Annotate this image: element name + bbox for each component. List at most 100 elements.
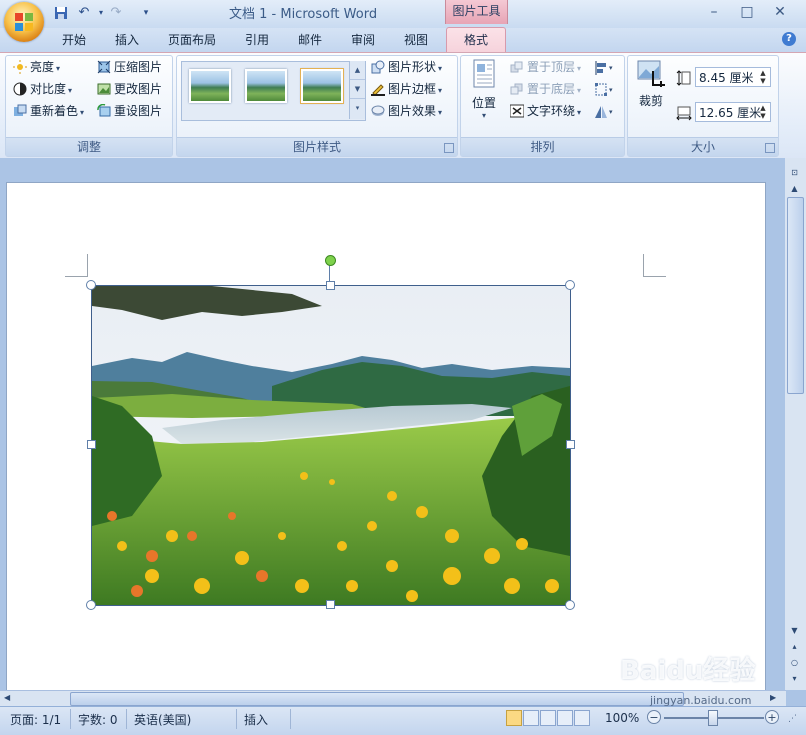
scroll-up-icon[interactable]: ▲ <box>787 182 802 196</box>
maximize-button[interactable]: □ <box>733 2 761 22</box>
recolor-button[interactable]: 重新着色 ▾ <box>13 101 84 121</box>
tab-home[interactable]: 开始 <box>62 31 86 49</box>
send-to-back-button[interactable]: 置于底层 ▾ <box>510 79 581 99</box>
rotate-handle[interactable] <box>325 255 336 266</box>
bring-front-icon <box>510 60 524 74</box>
picture-style-option[interactable] <box>189 69 231 103</box>
group-objects-icon[interactable]: ▾ <box>594 82 616 98</box>
picture-style-option[interactable] <box>300 68 344 104</box>
picture-border-button[interactable]: 图片边框 ▾ <box>371 79 442 99</box>
undo-icon[interactable]: ↶ <box>75 4 93 22</box>
tab-page-layout[interactable]: 页面布局 <box>168 31 216 49</box>
resize-handle-w[interactable] <box>87 440 96 449</box>
width-input[interactable]: 12.65 厘米 ▲ ▼ <box>695 102 771 122</box>
zoom-slider-thumb[interactable] <box>708 710 718 726</box>
change-picture-icon <box>97 82 111 96</box>
horizontal-scroll-thumb[interactable] <box>70 692 684 706</box>
redo-icon[interactable]: ↷ <box>107 4 125 22</box>
bring-to-front-button[interactable]: 置于顶层 ▾ <box>510 57 581 77</box>
text-wrapping-button[interactable]: 文字环绕 ▾ <box>509 101 581 121</box>
group-adjust-label: 调整 <box>6 137 172 156</box>
status-separator <box>290 709 291 729</box>
landscape-picture[interactable] <box>91 285 571 606</box>
tab-view[interactable]: 视图 <box>404 31 428 49</box>
picture-effects-button[interactable]: 图片效果 ▾ <box>371 101 442 121</box>
reset-picture-label: 重设图片 <box>114 104 163 118</box>
resize-handle-se[interactable] <box>565 600 575 610</box>
outline-view-icon[interactable] <box>557 710 573 726</box>
previous-page-icon[interactable]: ▴ <box>787 640 802 654</box>
next-page-icon[interactable]: ▾ <box>787 672 802 686</box>
status-separator <box>70 709 71 729</box>
height-value: 8.45 厘米 <box>699 71 754 85</box>
tab-insert[interactable]: 插入 <box>115 31 139 49</box>
tab-references[interactable]: 引用 <box>245 31 269 49</box>
picture-style-option[interactable] <box>245 69 287 103</box>
page-count[interactable]: 页面: 1/1 <box>10 711 61 728</box>
resize-handle-nw[interactable] <box>86 280 96 290</box>
customize-qat-button[interactable]: ▾ <box>137 4 155 22</box>
select-browse-object-icon[interactable]: ○ <box>787 656 802 670</box>
language-indicator[interactable]: 英语(美国) <box>134 711 191 728</box>
contrast-button[interactable]: 对比度 ▾ <box>13 79 72 99</box>
gallery-more-icon[interactable]: ▾ <box>350 99 365 117</box>
resize-handle-n[interactable] <box>326 281 335 290</box>
gallery-down-icon[interactable]: ▼ <box>350 80 365 99</box>
close-button[interactable]: ✕ <box>766 2 794 22</box>
gallery-up-icon[interactable]: ▲ <box>350 61 365 80</box>
tab-review[interactable]: 审阅 <box>351 31 375 49</box>
resize-handle-ne[interactable] <box>565 280 575 290</box>
office-button[interactable] <box>4 2 44 42</box>
height-spinner[interactable]: ▲ ▼ <box>758 69 768 85</box>
save-icon[interactable] <box>52 4 70 22</box>
position-button[interactable]: 位置 ▾ <box>465 59 503 125</box>
draft-view-icon[interactable] <box>574 710 590 726</box>
print-layout-view-icon[interactable] <box>506 710 522 726</box>
compress-pictures-button[interactable]: 压缩图片 <box>97 57 162 77</box>
insert-mode-indicator[interactable]: 插入 <box>244 711 268 728</box>
help-icon[interactable]: ? <box>782 32 796 46</box>
group-arrange-label: 排列 <box>461 137 624 156</box>
resize-handle-sw[interactable] <box>86 600 96 610</box>
zoom-out-button[interactable]: − <box>647 710 661 724</box>
context-tab-group-label: 图片工具 <box>445 0 508 24</box>
tab-mailings[interactable]: 邮件 <box>298 31 322 49</box>
vertical-scroll-thumb[interactable] <box>787 197 804 394</box>
word-count[interactable]: 字数: 0 <box>78 711 118 728</box>
zoom-level[interactable]: 100% <box>605 711 639 725</box>
scroll-down-icon[interactable]: ▼ <box>787 624 802 638</box>
gallery-scroll[interactable]: ▲ ▼ ▾ <box>349 61 365 119</box>
tab-format[interactable]: 格式 <box>446 27 506 52</box>
crop-button[interactable]: 裁剪 <box>633 59 669 115</box>
resize-grip-icon[interactable]: ⋰ <box>788 714 800 726</box>
resize-handle-s[interactable] <box>326 600 335 609</box>
brightness-button[interactable]: 亮度 ▾ <box>13 57 60 77</box>
width-value: 12.65 厘米 <box>699 106 762 120</box>
picture-shape-button[interactable]: 图片形状 ▾ <box>371 57 442 77</box>
width-spinner[interactable]: ▲ ▼ <box>758 104 768 120</box>
minimize-button[interactable]: – <box>700 2 728 22</box>
change-picture-button[interactable]: 更改图片 <box>97 79 162 99</box>
zoom-in-button[interactable]: + <box>765 710 779 724</box>
rotate-icon[interactable]: ▾ <box>594 104 616 120</box>
compress-icon <box>97 60 111 74</box>
full-screen-reading-view-icon[interactable] <box>523 710 539 726</box>
scroll-left-icon[interactable]: ◀ <box>4 692 16 704</box>
scroll-right-icon[interactable]: ▶ <box>770 692 782 704</box>
resize-handle-e[interactable] <box>566 440 575 449</box>
ruler-toggle-icon[interactable]: ⊡ <box>787 166 802 180</box>
picture-styles-launcher[interactable] <box>444 143 454 153</box>
height-input[interactable]: 8.45 厘米 ▲ ▼ <box>695 67 771 87</box>
picture-effects-label: 图片效果 <box>388 104 437 118</box>
web-layout-view-icon[interactable] <box>540 710 556 726</box>
align-icon[interactable]: ▾ <box>594 60 616 76</box>
contrast-label: 对比度 <box>30 82 67 96</box>
send-back-icon <box>510 82 524 96</box>
size-launcher[interactable] <box>765 143 775 153</box>
reset-picture-button[interactable]: 重设图片 <box>97 101 162 121</box>
margin-corner-mark <box>65 254 88 277</box>
brightness-icon <box>13 60 27 74</box>
width-icon <box>676 105 692 121</box>
change-picture-label: 更改图片 <box>114 82 163 96</box>
landscape-image <box>92 286 570 605</box>
